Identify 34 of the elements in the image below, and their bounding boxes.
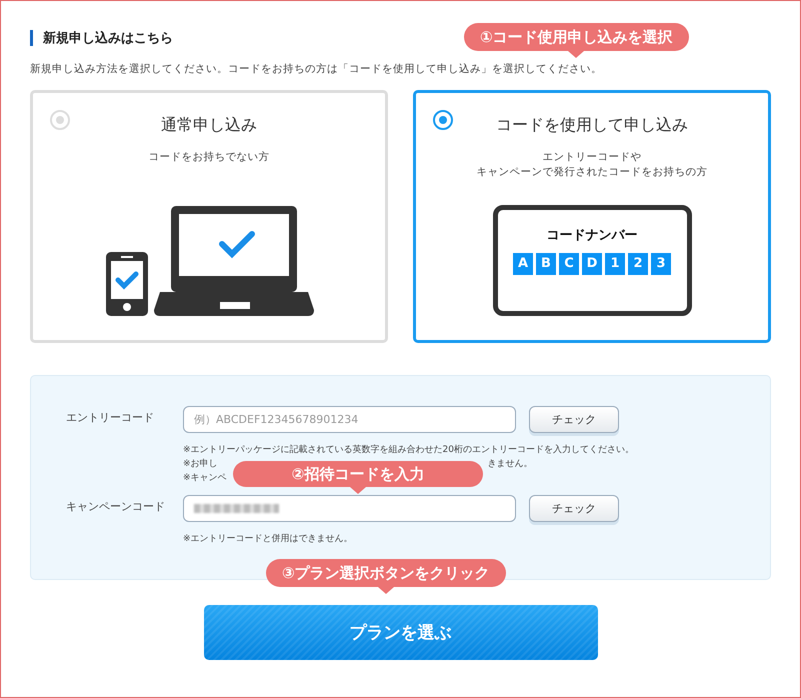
code-character: C bbox=[559, 253, 579, 275]
callout-pointer bbox=[350, 487, 366, 494]
code-character: A bbox=[513, 253, 533, 275]
callout: ①コード使用申し込みを選択 bbox=[464, 23, 689, 51]
input-field[interactable] bbox=[183, 495, 516, 522]
option-title: 通常申し込み bbox=[161, 115, 257, 136]
description-text: 新規申し込み方法を選択してください。コードをお持ちの方は「コードを使用して申し込み」を選択してください。 bbox=[30, 62, 603, 76]
option-card[interactable]: コードを使用して申し込み エントリーコードや キャンペーンで発行されたコードをお持ちの方 コードナンバー A B C D 1 2 3 bbox=[413, 90, 771, 343]
code-character: 1 bbox=[605, 253, 625, 275]
field-label: エントリーコード bbox=[66, 410, 155, 426]
callout: ③プラン選択ボタンをクリック bbox=[266, 559, 506, 587]
field-label: キャンペーンコード bbox=[66, 499, 166, 515]
check-button[interactable]: チェック bbox=[529, 406, 619, 433]
radio-button[interactable] bbox=[433, 110, 453, 130]
callout-pointer bbox=[378, 587, 394, 594]
section-title: 新規申し込みはこちら bbox=[43, 30, 173, 47]
callout: ②招待コードを入力 bbox=[233, 461, 483, 487]
option-description: コードをお持ちでない方 bbox=[148, 150, 270, 165]
callout-pointer bbox=[568, 51, 584, 58]
code-character: 2 bbox=[628, 253, 648, 275]
note-text: きません。 bbox=[488, 458, 533, 471]
note-text: ※エントリーコードと併用はできません。 bbox=[183, 533, 353, 546]
note-text: ※お申し bbox=[183, 458, 218, 471]
code-card-title: コードナンバー bbox=[546, 227, 638, 244]
option-card[interactable]: 通常申し込み コードをお持ちでない方 bbox=[30, 90, 388, 343]
code-character: D bbox=[582, 253, 602, 275]
code-character: 3 bbox=[651, 253, 671, 275]
option-title: コードを使用して申し込み bbox=[496, 115, 688, 136]
note-text: ※キャンペ bbox=[183, 472, 227, 485]
check-button[interactable]: チェック bbox=[529, 495, 619, 522]
heading-marker bbox=[30, 30, 33, 46]
option-description: エントリーコードや キャンペーンで発行されたコードをお持ちの方 bbox=[476, 150, 708, 180]
code-character: B bbox=[536, 253, 556, 275]
note-text: ※エントリーパッケージに記載されている英数字を組み合わせた20桁のエントリーコードを入力してください。 bbox=[183, 444, 634, 457]
